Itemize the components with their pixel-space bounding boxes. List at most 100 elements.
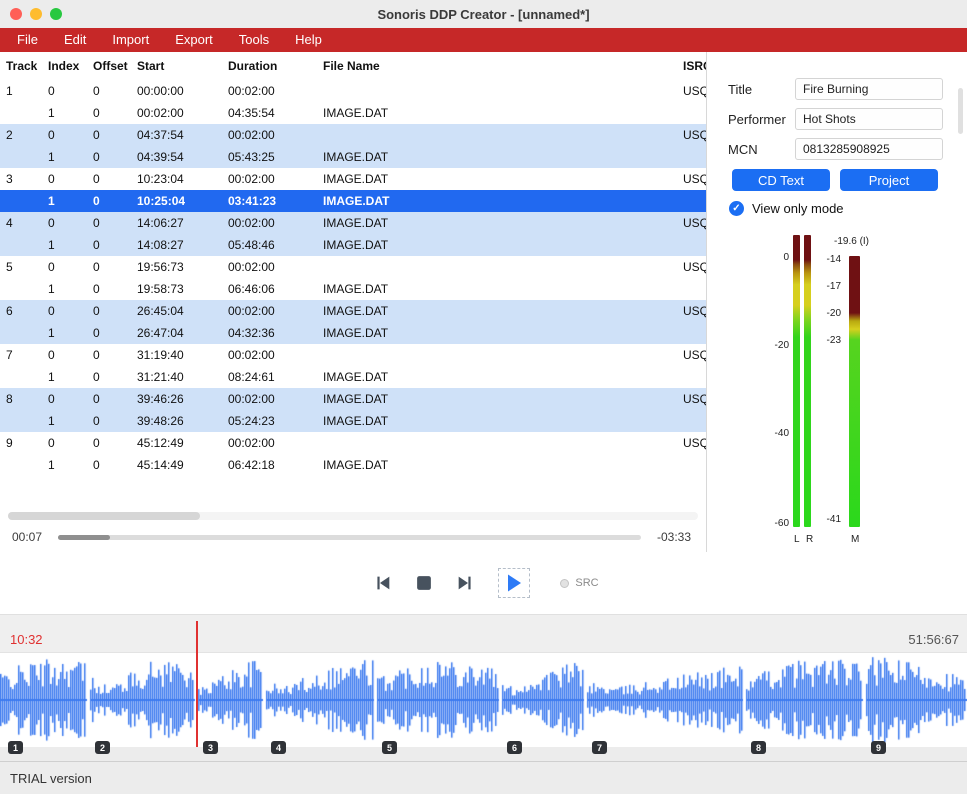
table-row[interactable]: 1 0 04:39:54 05:43:25 IMAGE.DAT: [0, 146, 706, 168]
cell-track: 6: [0, 304, 42, 318]
scrollbar-thumb[interactable]: [8, 512, 200, 520]
project-button[interactable]: Project: [840, 169, 938, 191]
seek-slider[interactable]: [58, 535, 641, 540]
cell-duration: 05:43:25: [222, 150, 317, 164]
title-field[interactable]: [795, 78, 943, 100]
src-radio[interactable]: [560, 579, 569, 588]
cell-start: 45:12:49: [131, 436, 222, 450]
trial-version-text: TRIAL version: [10, 771, 92, 786]
lufs-tick-14: -14: [817, 254, 841, 265]
table-row[interactable]: 1 0 00:02:00 04:35:54 IMAGE.DAT: [0, 102, 706, 124]
cd-text-button[interactable]: CD Text: [732, 169, 830, 191]
cell-duration: 03:41:23: [222, 194, 317, 208]
track-badge: 4: [271, 741, 286, 754]
menu-file[interactable]: File: [4, 28, 51, 52]
menu-tools[interactable]: Tools: [226, 28, 282, 52]
cell-index: 1: [42, 370, 87, 384]
cell-isrc: USQ: [677, 216, 706, 230]
lufs-tick-17: -17: [817, 281, 841, 292]
src-label: SRC: [575, 577, 598, 589]
cell-start: 04:37:54: [131, 128, 222, 142]
track-badge: 1: [8, 741, 23, 754]
previous-track-button[interactable]: [368, 569, 396, 597]
cell-index: 0: [42, 216, 87, 230]
table-row[interactable]: 6 0 0 26:45:04 00:02:00 IMAGE.DAT USQ: [0, 300, 706, 322]
cell-start: 04:39:54: [131, 150, 222, 164]
table-row[interactable]: 1 0 26:47:04 04:32:36 IMAGE.DAT: [0, 322, 706, 344]
mcn-label: MCN: [728, 142, 758, 157]
lr-tick-60: -60: [765, 518, 789, 529]
cell-track: 2: [0, 128, 42, 142]
table-row[interactable]: 1 0 39:48:26 05:24:23 IMAGE.DAT: [0, 410, 706, 432]
table-row[interactable]: 4 0 0 14:06:27 00:02:00 IMAGE.DAT USQ: [0, 212, 706, 234]
cell-filename: IMAGE.DAT: [317, 326, 677, 340]
zoom-button[interactable]: [50, 8, 62, 20]
minimize-button[interactable]: [30, 8, 42, 20]
col-header-start: Start: [131, 59, 222, 73]
cell-duration: 00:02:00: [222, 84, 317, 98]
cell-duration: 00:02:00: [222, 304, 317, 318]
cell-offset: 0: [87, 458, 131, 472]
checkmark-icon: ✓: [729, 201, 744, 216]
table-row[interactable]: 1 0 0 00:00:00 00:02:00 USQ: [0, 80, 706, 102]
cell-duration: 05:48:46: [222, 238, 317, 252]
table-row[interactable]: 2 0 0 04:37:54 00:02:00 USQ: [0, 124, 706, 146]
cell-filename: IMAGE.DAT: [317, 282, 677, 296]
close-button[interactable]: [10, 8, 22, 20]
waveform-overview[interactable]: [0, 653, 967, 747]
menu-export[interactable]: Export: [162, 28, 226, 52]
cell-duration: 00:02:00: [222, 216, 317, 230]
lr-tick-20: -20: [765, 340, 789, 351]
cell-index: 1: [42, 326, 87, 340]
cell-offset: 0: [87, 128, 131, 142]
cell-index: 0: [42, 436, 87, 450]
menu-edit[interactable]: Edit: [51, 28, 99, 52]
track-badge: 9: [871, 741, 886, 754]
cell-offset: 0: [87, 84, 131, 98]
cell-offset: 0: [87, 392, 131, 406]
cell-start: 39:48:26: [131, 414, 222, 428]
table-row[interactable]: 9 0 0 45:12:49 00:02:00 USQ: [0, 432, 706, 454]
table-row[interactable]: 3 0 0 10:23:04 00:02:00 IMAGE.DAT USQ: [0, 168, 706, 190]
table-row[interactable]: 1 0 45:14:49 06:42:18 IMAGE.DAT: [0, 454, 706, 476]
playback-progress-row: 00:07 -03:33: [0, 526, 707, 548]
cell-offset: 0: [87, 106, 131, 120]
playhead-marker: [196, 621, 198, 747]
panel-scrollbar[interactable]: [958, 88, 963, 134]
cell-duration: 00:02:00: [222, 128, 317, 142]
cell-isrc: USQ: [677, 172, 706, 186]
cell-filename: IMAGE.DAT: [317, 392, 677, 406]
cell-duration: 06:46:06: [222, 282, 317, 296]
cell-index: 1: [42, 414, 87, 428]
cell-offset: 0: [87, 172, 131, 186]
table-row[interactable]: 1 0 31:21:40 08:24:61 IMAGE.DAT: [0, 366, 706, 388]
cell-filename: IMAGE.DAT: [317, 414, 677, 428]
menu-import[interactable]: Import: [99, 28, 162, 52]
cell-track: 1: [0, 84, 42, 98]
cell-filename: IMAGE.DAT: [317, 304, 677, 318]
stop-button[interactable]: [410, 569, 438, 597]
cell-duration: 00:02:00: [222, 348, 317, 362]
table-row[interactable]: 8 0 0 39:46:26 00:02:00 IMAGE.DAT USQ: [0, 388, 706, 410]
view-only-checkbox[interactable]: ✓ View only mode: [729, 201, 844, 216]
col-header-track: Track: [0, 59, 42, 73]
table-row[interactable]: 7 0 0 31:19:40 00:02:00 USQ: [0, 344, 706, 366]
table-row[interactable]: 1 0 19:58:73 06:46:06 IMAGE.DAT: [0, 278, 706, 300]
table-row[interactable]: 1 0 14:08:27 05:48:46 IMAGE.DAT: [0, 234, 706, 256]
table-row[interactable]: 1 0 10:25:04 03:41:23 IMAGE.DAT: [0, 190, 706, 212]
cell-offset: 0: [87, 194, 131, 208]
performer-field[interactable]: [795, 108, 943, 130]
table-row[interactable]: 5 0 0 19:56:73 00:02:00 USQ: [0, 256, 706, 278]
skip-forward-icon: [455, 572, 477, 594]
view-only-label: View only mode: [752, 201, 844, 216]
cell-offset: 0: [87, 150, 131, 164]
cell-start: 19:56:73: [131, 260, 222, 274]
cell-offset: 0: [87, 436, 131, 450]
cell-filename: IMAGE.DAT: [317, 194, 677, 208]
play-button[interactable]: [498, 568, 530, 598]
next-track-button[interactable]: [452, 569, 480, 597]
cell-offset: 0: [87, 304, 131, 318]
titlebar: Sonoris DDP Creator - [unnamed*]: [0, 0, 967, 28]
menu-help[interactable]: Help: [282, 28, 335, 52]
mcn-field[interactable]: [795, 138, 943, 160]
